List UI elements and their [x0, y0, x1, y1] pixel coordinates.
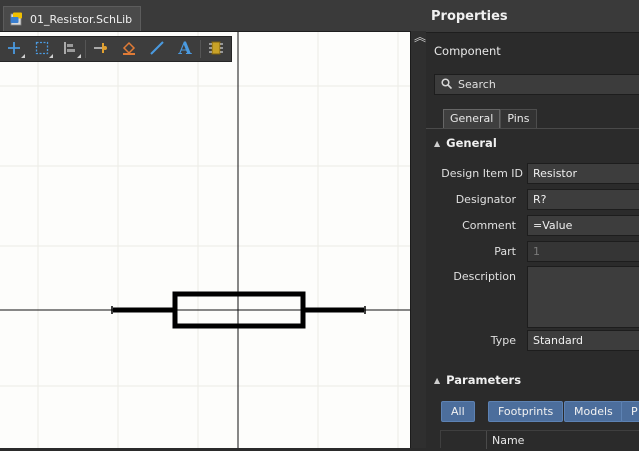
designator-field[interactable]: R? — [527, 189, 639, 210]
panel-splitter[interactable]: ︽ — [410, 31, 427, 448]
canvas-grid — [0, 32, 410, 448]
fill-tool-button[interactable] — [115, 37, 143, 61]
fill-icon — [121, 40, 137, 59]
filter-models-button[interactable]: Models — [564, 401, 623, 422]
comment-label: Comment — [462, 219, 516, 232]
text-tool-button[interactable]: A — [171, 37, 199, 61]
parameters-section-title: Parameters — [446, 373, 522, 387]
filter-parameters-button[interactable]: P — [621, 401, 639, 422]
drawing-toolbar: A — [0, 36, 232, 62]
component-icon — [208, 40, 224, 59]
document-tab[interactable]: 01_Resistor.SchLib — [3, 6, 142, 31]
document-tab-bar: 01_Resistor.SchLib — [0, 0, 426, 32]
search-placeholder: Search — [458, 78, 496, 91]
properties-tabs: General Pins — [443, 109, 537, 128]
search-icon — [441, 77, 453, 92]
name-column-header[interactable]: Name — [486, 431, 524, 449]
collapse-triangle-icon: ▲ — [434, 138, 441, 148]
text-icon: A — [178, 39, 192, 59]
collapse-triangle-icon: ▲ — [434, 375, 441, 385]
tab-general[interactable]: General — [443, 109, 501, 128]
properties-title: Properties — [426, 0, 639, 33]
filter-all-button[interactable]: All — [441, 401, 475, 422]
description-label: Description — [453, 270, 516, 283]
comment-field[interactable]: =Value — [527, 215, 639, 236]
pin-icon — [93, 41, 109, 58]
type-label: Type — [490, 334, 516, 347]
select-rect-icon — [35, 41, 49, 58]
tab-pins[interactable]: Pins — [500, 109, 537, 128]
align-icon — [63, 41, 77, 58]
description-field[interactable] — [527, 266, 639, 328]
general-section-header[interactable]: ▲ General — [426, 132, 639, 154]
line-tool-button[interactable] — [143, 37, 171, 61]
properties-panel: Properties Component Search General Pins… — [426, 0, 639, 449]
filter-footprints-button[interactable]: Footprints — [488, 401, 564, 422]
document-tab-label: 01_Resistor.SchLib — [30, 12, 133, 26]
designator-label: Designator — [455, 193, 516, 206]
type-select[interactable]: Standard — [527, 330, 639, 351]
canvas-drawing — [0, 32, 410, 448]
part-label: Part — [494, 245, 516, 258]
design-item-id-label: Design Item ID — [441, 167, 523, 180]
align-tool-button[interactable] — [56, 37, 84, 61]
parameters-table-header: Name — [440, 430, 639, 449]
search-input[interactable]: Search — [434, 74, 639, 95]
design-item-id-field[interactable]: Resistor — [527, 163, 639, 184]
add-tool-button[interactable] — [0, 37, 28, 61]
schematic-canvas[interactable] — [0, 32, 410, 448]
general-section-title: General — [446, 136, 497, 150]
schlib-file-icon — [10, 12, 24, 26]
part-field: 1 — [527, 241, 639, 262]
object-kind-label: Component — [434, 44, 501, 58]
collapse-chevron-icon[interactable]: ︽ — [414, 31, 426, 43]
parameters-section-header[interactable]: ▲ Parameters — [426, 369, 639, 391]
place-pin-button[interactable] — [87, 37, 115, 61]
component-tool-button[interactable] — [202, 37, 230, 61]
select-tool-button[interactable] — [28, 37, 56, 61]
add-icon — [7, 41, 21, 58]
line-icon — [149, 40, 165, 59]
